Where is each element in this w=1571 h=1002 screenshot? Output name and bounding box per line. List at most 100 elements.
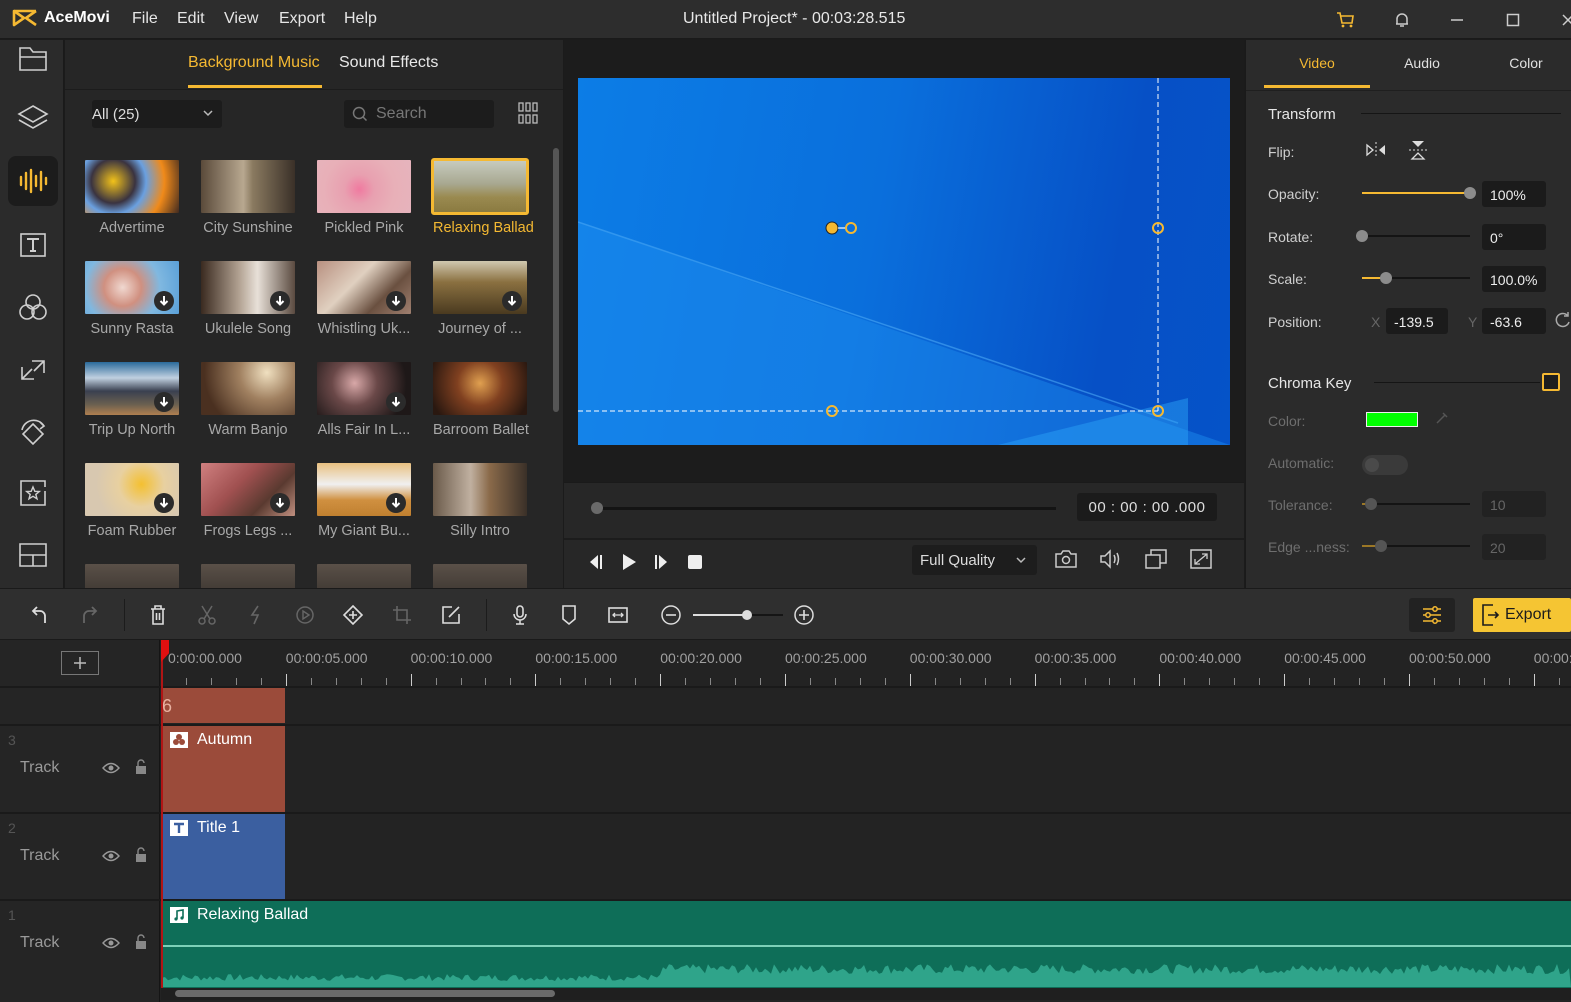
visibility-eye-icon[interactable] (102, 936, 120, 950)
visibility-eye-icon[interactable] (102, 761, 120, 775)
sidebar-item-audio[interactable] (8, 156, 58, 206)
sidebar-item-elements[interactable] (8, 468, 58, 518)
settings-button[interactable] (1409, 598, 1455, 632)
category-dropdown[interactable]: All (25) (92, 100, 222, 128)
music-thumbnail[interactable] (85, 463, 179, 516)
preview-canvas[interactable] (578, 78, 1230, 445)
music-item[interactable]: Warm Banjo (201, 362, 295, 452)
scale-field[interactable]: 100.0% (1482, 266, 1546, 292)
sidebar-item-layers[interactable] (8, 94, 58, 144)
music-thumbnail[interactable] (317, 362, 411, 415)
music-thumbnail[interactable] (201, 463, 295, 516)
sidebar-item-transitions[interactable] (8, 344, 58, 394)
chroma-color-swatch[interactable] (1366, 412, 1418, 427)
download-icon[interactable] (386, 392, 406, 412)
download-icon[interactable] (154, 291, 174, 311)
menu-export[interactable]: Export (279, 10, 325, 28)
search-input[interactable]: Search (344, 100, 494, 128)
visibility-eye-icon[interactable] (102, 849, 120, 863)
zoom-out-icon[interactable] (659, 603, 683, 627)
music-thumbnail[interactable] (85, 564, 179, 588)
eyedropper-icon[interactable] (1434, 410, 1450, 426)
timeline-clip[interactable]: Title 1 (162, 814, 285, 899)
music-thumbnail[interactable] (201, 160, 295, 213)
tab-sound-effects[interactable]: Sound Effects (339, 54, 438, 88)
timeline-clip[interactable]: Autumn (162, 726, 285, 812)
music-item[interactable]: My Giant Bu... (317, 463, 411, 553)
slider-handle[interactable] (1356, 230, 1368, 242)
slider-handle[interactable] (1375, 540, 1388, 552)
music-thumbnail[interactable] (85, 160, 179, 213)
music-item[interactable]: Journey of ... (433, 261, 527, 351)
pip-icon[interactable] (1144, 548, 1168, 570)
music-thumbnail[interactable] (85, 261, 179, 314)
music-thumbnail[interactable] (433, 362, 527, 415)
edge-thickness-field[interactable]: 20 (1482, 534, 1546, 560)
chroma-key-checkbox[interactable] (1542, 373, 1560, 391)
maximize-icon[interactable] (1501, 8, 1525, 32)
download-icon[interactable] (502, 291, 522, 311)
tab-video[interactable]: Video (1264, 55, 1370, 88)
tolerance-field[interactable]: 10 (1482, 491, 1546, 517)
tolerance-slider[interactable] (1362, 498, 1470, 510)
cart-icon[interactable] (1334, 8, 1358, 32)
download-icon[interactable] (270, 493, 290, 513)
music-thumbnail[interactable] (317, 564, 411, 588)
bell-icon[interactable] (1390, 8, 1414, 32)
play-icon[interactable] (619, 552, 639, 572)
music-item[interactable]: Frogs Legs ... (201, 463, 295, 553)
reset-position-icon[interactable] (1554, 311, 1571, 329)
music-item[interactable] (317, 564, 411, 588)
download-icon[interactable] (270, 291, 290, 311)
music-thumbnail[interactable] (201, 261, 295, 314)
volume-icon[interactable] (1098, 548, 1124, 570)
tab-color[interactable]: Color (1480, 55, 1571, 88)
sidebar-item-animations[interactable] (8, 406, 58, 456)
download-icon[interactable] (386, 493, 406, 513)
quality-dropdown[interactable]: Full Quality (912, 545, 1037, 575)
music-thumbnail[interactable] (85, 362, 179, 415)
playhead[interactable] (161, 640, 169, 995)
music-thumbnail[interactable] (431, 158, 529, 215)
fit-timeline-icon[interactable] (606, 603, 630, 627)
stop-icon[interactable] (685, 552, 705, 572)
music-item[interactable] (201, 564, 295, 588)
seek-handle[interactable] (591, 502, 603, 514)
horizontal-scrollbar-thumb[interactable] (175, 990, 555, 997)
slider-handle[interactable] (1364, 498, 1377, 510)
sidebar-item-filters[interactable] (8, 282, 58, 332)
zoom-slider[interactable] (693, 610, 783, 620)
music-item[interactable]: Pickled Pink (317, 160, 411, 250)
library-scrollbar[interactable] (553, 148, 559, 412)
music-thumbnail[interactable] (317, 463, 411, 516)
split-icon[interactable] (244, 603, 268, 627)
delete-icon[interactable] (146, 603, 170, 627)
music-item[interactable] (85, 564, 179, 588)
zoom-slider-handle[interactable] (742, 610, 752, 620)
music-thumbnail[interactable] (433, 564, 527, 588)
scale-slider[interactable] (1362, 272, 1470, 284)
music-item[interactable]: Advertime (85, 160, 179, 250)
music-item[interactable]: Silly Intro (433, 463, 527, 553)
minimize-icon[interactable] (1445, 8, 1469, 32)
snapshot-icon[interactable] (1054, 548, 1078, 570)
marker-icon[interactable] (557, 603, 581, 627)
time-ruler[interactable]: 0:00:00.000 00:00:05.000 00:00:10.000 00:00… (161, 640, 1571, 686)
microphone-icon[interactable] (508, 603, 532, 627)
redo-icon[interactable] (77, 603, 101, 627)
clip-partial[interactable]: 6 (162, 688, 285, 723)
music-thumbnail[interactable] (201, 362, 295, 415)
rotate-slider[interactable] (1356, 230, 1470, 242)
menu-file[interactable]: File (132, 10, 158, 28)
download-icon[interactable] (386, 291, 406, 311)
music-item[interactable]: Alls Fair In L... (317, 362, 411, 452)
flip-vertical-icon[interactable] (1407, 138, 1429, 162)
sidebar-item-split-screen[interactable] (8, 530, 58, 580)
flip-horizontal-icon[interactable] (1364, 140, 1388, 160)
download-icon[interactable] (154, 392, 174, 412)
music-item[interactable]: Trip Up North (85, 362, 179, 452)
opacity-slider[interactable] (1362, 187, 1476, 199)
download-icon[interactable] (154, 493, 174, 513)
music-thumbnail[interactable] (201, 564, 295, 588)
music-item[interactable]: Whistling Uk... (317, 261, 411, 351)
